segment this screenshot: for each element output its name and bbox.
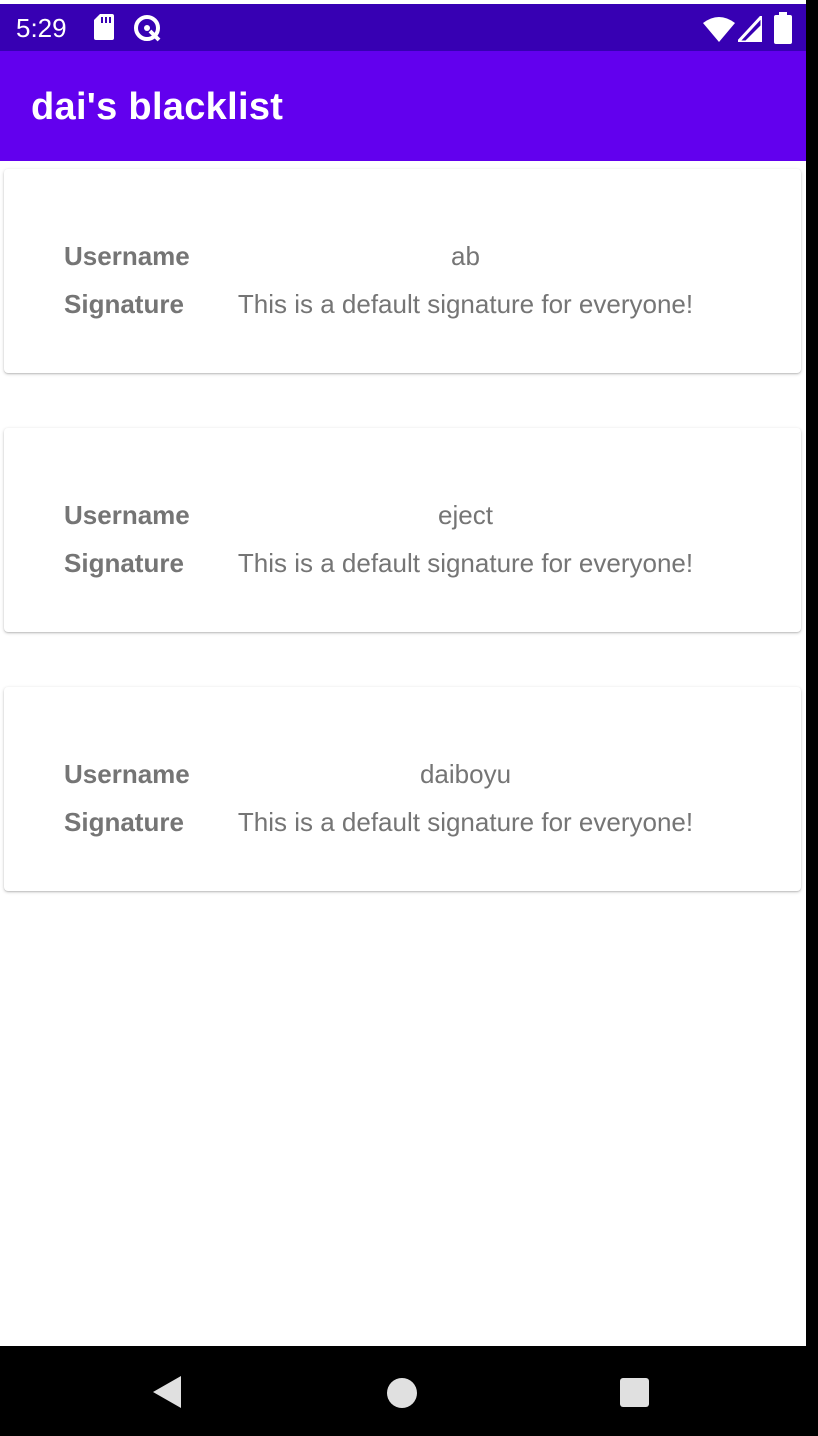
screen: 5:29 dai's blacklist Username ab Signatu… bbox=[0, 0, 806, 1436]
signature-value: This is a default signature for everyone… bbox=[237, 548, 694, 578]
sd-card-icon bbox=[94, 14, 114, 40]
username-row: Username eject bbox=[4, 495, 801, 535]
back-icon[interactable] bbox=[150, 1375, 184, 1409]
cellular-signal-icon bbox=[738, 16, 762, 42]
signature-label: Signature bbox=[64, 807, 184, 837]
signature-value: This is a default signature for everyone… bbox=[237, 807, 694, 837]
home-icon[interactable] bbox=[386, 1377, 418, 1409]
username-value: eject bbox=[438, 500, 493, 530]
data-saver-icon bbox=[134, 15, 161, 42]
blacklist-card[interactable]: Username eject Signature This is a defau… bbox=[4, 428, 801, 632]
username-label: Username bbox=[64, 759, 190, 789]
signature-value: This is a default signature for everyone… bbox=[237, 289, 694, 319]
username-label: Username bbox=[64, 500, 190, 530]
screen-edge bbox=[806, 0, 818, 1436]
username-row: Username daiboyu bbox=[4, 754, 801, 794]
signature-row: Signature This is a default signature fo… bbox=[4, 802, 801, 842]
username-label: Username bbox=[64, 241, 190, 271]
signature-label: Signature bbox=[64, 289, 184, 319]
username-value: daiboyu bbox=[419, 759, 512, 789]
signature-row: Signature This is a default signature fo… bbox=[4, 284, 801, 324]
signature-row: Signature This is a default signature fo… bbox=[4, 543, 801, 583]
username-row: Username ab bbox=[4, 236, 801, 276]
blacklist-card[interactable]: Username ab Signature This is a default … bbox=[4, 169, 801, 373]
wifi-icon bbox=[703, 17, 735, 42]
recents-icon[interactable] bbox=[619, 1377, 650, 1408]
app-bar: dai's blacklist bbox=[0, 51, 806, 161]
app-title: dai's blacklist bbox=[31, 86, 284, 128]
status-bar: 5:29 bbox=[0, 4, 806, 51]
battery-icon bbox=[774, 12, 792, 44]
navigation-bar bbox=[0, 1346, 818, 1436]
signature-label: Signature bbox=[64, 548, 184, 578]
username-value: ab bbox=[451, 241, 480, 271]
blacklist-card[interactable]: Username daiboyu Signature This is a def… bbox=[4, 687, 801, 891]
status-time: 5:29 bbox=[16, 13, 67, 43]
